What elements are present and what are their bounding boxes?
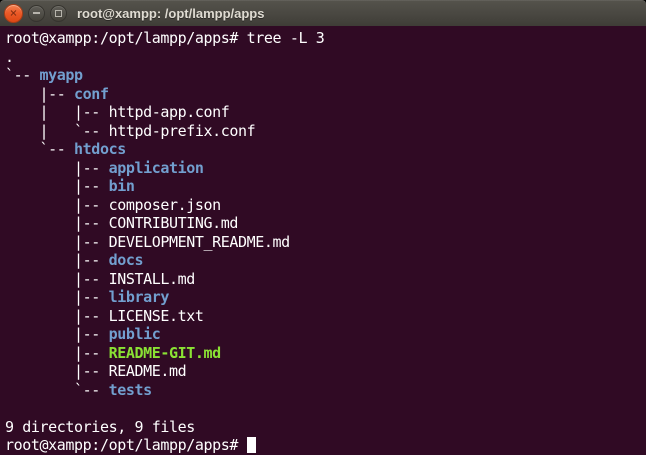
terminal-line: |-- application xyxy=(5,159,646,178)
close-icon: ✕ xyxy=(10,7,17,19)
terminal-line: |-- LICENSE.txt xyxy=(5,307,646,326)
terminal-line: |-- CONTRIBUTING.md xyxy=(5,214,646,233)
terminal-line: |-- docs xyxy=(5,251,646,270)
window-titlebar[interactable]: ✕ root@xampp: /opt/lampp/apps xyxy=(0,0,646,26)
terminal-line: `-- myapp xyxy=(5,66,646,85)
terminal-line: |-- README.md xyxy=(5,362,646,381)
close-button[interactable]: ✕ xyxy=(4,4,23,23)
terminal-line: | |-- httpd-app.conf xyxy=(5,103,646,122)
terminal-line: |-- conf xyxy=(5,85,646,104)
terminal-cursor xyxy=(247,437,256,453)
terminal-line: `-- tests xyxy=(5,381,646,400)
terminal-line: | `-- httpd-prefix.conf xyxy=(5,122,646,141)
terminal-line: root@xampp:/opt/lampp/apps# xyxy=(5,436,646,455)
terminal-body[interactable]: root@xampp:/opt/lampp/apps# tree -L 3.`-… xyxy=(0,26,646,455)
terminal-line: root@xampp:/opt/lampp/apps# tree -L 3 xyxy=(5,29,646,48)
terminal-line: `-- htdocs xyxy=(5,140,646,159)
terminal-line: |-- library xyxy=(5,288,646,307)
minimize-button[interactable] xyxy=(28,5,45,22)
terminal-window: ✕ root@xampp: /opt/lampp/apps root@xampp… xyxy=(0,0,646,455)
terminal-output: root@xampp:/opt/lampp/apps# tree -L 3.`-… xyxy=(5,29,646,455)
maximize-button[interactable] xyxy=(50,5,67,22)
terminal-line: 9 directories, 9 files xyxy=(5,418,646,437)
terminal-line: |-- README-GIT.md xyxy=(5,344,646,363)
maximize-icon xyxy=(55,10,62,17)
terminal-line: |-- INSTALL.md xyxy=(5,270,646,289)
terminal-line: |-- public xyxy=(5,325,646,344)
terminal-line xyxy=(5,399,646,418)
terminal-line: . xyxy=(5,48,646,67)
minimize-icon xyxy=(33,12,40,14)
window-title: root@xampp: /opt/lampp/apps xyxy=(77,6,264,21)
terminal-line: |-- bin xyxy=(5,177,646,196)
terminal-line: |-- DEVELOPMENT_README.md xyxy=(5,233,646,252)
terminal-line: |-- composer.json xyxy=(5,196,646,215)
